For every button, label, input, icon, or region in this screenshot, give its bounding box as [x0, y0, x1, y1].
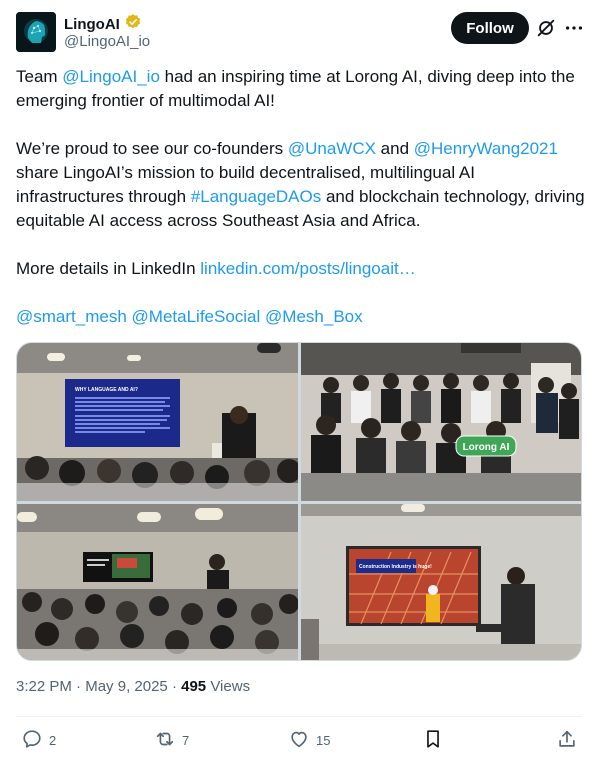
hashtag-languagedaos[interactable]: #LanguageDAOs: [191, 187, 321, 206]
repost-count: 7: [182, 733, 190, 748]
share-button[interactable]: [556, 728, 578, 753]
text-span: More details in LinkedIn: [16, 259, 201, 278]
linkedin-link[interactable]: linkedin.com/posts/lingoait…: [200, 259, 415, 278]
tweet-paragraph-1: Team @LingoAI_io had an inspiring time a…: [16, 65, 586, 113]
mention-lingoai[interactable]: @LingoAI_io: [62, 67, 160, 86]
author-name[interactable]: LingoAI: [64, 16, 120, 33]
tweet-meta: 3:22 PM · May 9, 2025 · 495 Views: [16, 678, 250, 695]
mention-unawcx[interactable]: @UnaWCX: [288, 139, 376, 158]
bookmark-button[interactable]: [422, 728, 444, 753]
bookmark-icon: [422, 728, 444, 753]
grok-icon[interactable]: [535, 17, 557, 39]
slide-title: WHY LANGUAGE AND AI?: [75, 387, 138, 393]
reply-button[interactable]: 2: [21, 728, 56, 753]
divider: [16, 716, 582, 717]
mention-smart-mesh[interactable]: @smart_mesh: [16, 307, 127, 326]
slide-title: Construction Industry is huge!: [359, 564, 432, 570]
mention-mesh-box[interactable]: @Mesh_Box: [265, 307, 363, 326]
mention-henrywang[interactable]: @HenryWang2021: [414, 139, 558, 158]
text-span: We’re proud to see our co-founders: [16, 139, 288, 158]
mention-metalifesocial[interactable]: @MetaLifeSocial: [132, 307, 261, 326]
photo-1[interactable]: WHY LANGUAGE AND AI?: [17, 343, 298, 501]
share-icon: [556, 728, 578, 753]
separator: ·: [71, 678, 86, 695]
photo-4[interactable]: Construction Industry is huge!: [301, 504, 581, 660]
text-span: and: [375, 139, 414, 158]
tweet-text: Team @LingoAI_io had an inspiring time a…: [16, 65, 586, 329]
separator: ·: [167, 678, 182, 695]
follow-button[interactable]: Follow: [451, 12, 529, 44]
tweet-date[interactable]: May 9, 2025: [85, 678, 168, 695]
photo-2[interactable]: Lorong AI: [301, 343, 581, 501]
text-span: Team: [16, 67, 63, 86]
heart-icon: [288, 728, 310, 753]
views-count: 495: [181, 678, 207, 695]
tweet-paragraph-3: More details in LinkedIn linkedin.com/po…: [16, 257, 586, 281]
lorong-ai-sign: Lorong AI: [463, 442, 510, 453]
like-button[interactable]: 15: [288, 728, 330, 753]
tweet-paragraph-2: We’re proud to see our co-founders @UnaW…: [16, 137, 586, 233]
views-label: Views: [206, 678, 251, 695]
repost-button[interactable]: 7: [154, 728, 189, 753]
tweet-time[interactable]: 3:22 PM: [16, 678, 72, 695]
tweet-paragraph-4: @smart_mesh @MetaLifeSocial @Mesh_Box: [16, 305, 586, 329]
media-grid: WHY LANGUAGE AND AI? Lorong AI Construct…: [16, 342, 582, 661]
photo-3[interactable]: [17, 504, 298, 660]
avatar[interactable]: [16, 12, 56, 52]
more-icon[interactable]: [563, 17, 585, 39]
repost-icon: [154, 728, 176, 753]
reply-icon: [21, 728, 43, 753]
author-handle[interactable]: @LingoAI_io: [64, 33, 150, 50]
like-count: 15: [316, 733, 331, 748]
reply-count: 2: [49, 733, 57, 748]
